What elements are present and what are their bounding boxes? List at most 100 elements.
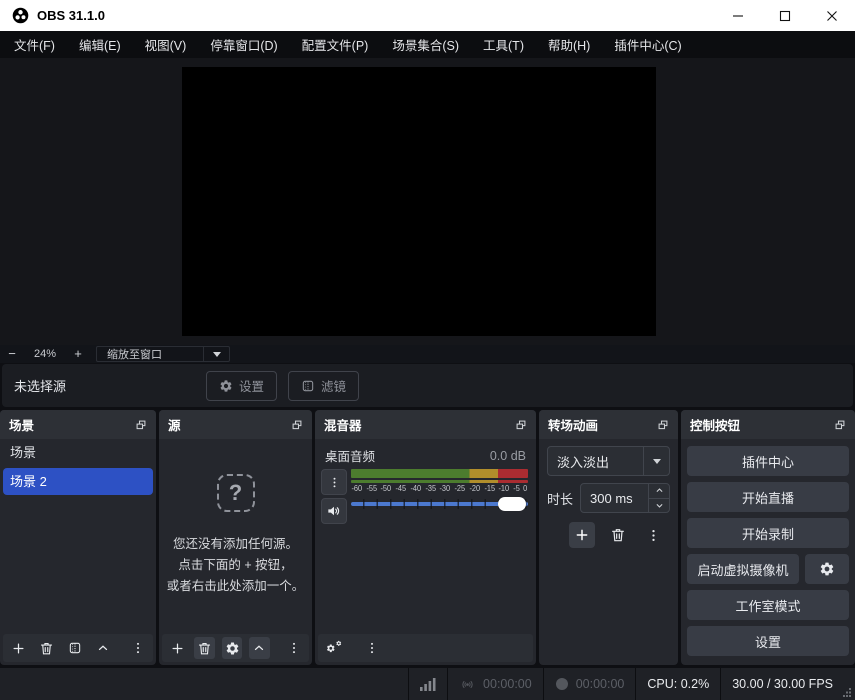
preview-canvas[interactable] [182,67,656,336]
maximize-icon [779,10,791,22]
titlebar: OBS 31.1.0 [0,0,855,31]
menu-tools[interactable]: 工具(T) [471,31,536,58]
menu-edit[interactable]: 编辑(E) [67,31,133,58]
record-status: 00:00:00 [543,668,636,700]
no-source-label: 未选择源 [14,376,66,395]
menu-profile[interactable]: 配置文件(P) [290,31,381,58]
minimize-icon [732,10,744,22]
signal-bars-icon [420,677,436,691]
mixer-channel-controls: -60-55-50-45-40-35-30-25-20-15-10-50 [315,469,536,524]
zoom-level: 24% [24,348,66,360]
source-filters-button[interactable]: 滤镜 [288,371,359,401]
transition-select[interactable]: 淡入淡出 [547,446,670,476]
add-scene-button[interactable] [8,637,29,659]
stream-timer: 00:00:00 [483,677,532,691]
sources-empty-state[interactable]: ? 您还没有添加任何源。 点击下面的 + 按钮， 或者右击此处添加一个。 [159,439,312,631]
duration-spinbox[interactable]: 300 ms [580,483,670,513]
stream-status: 00:00:00 [447,668,543,700]
transitions-menu-button[interactable] [641,524,665,546]
mixer-panel-header[interactable]: 混音器 [315,410,536,439]
mixer-toolbar [318,634,533,662]
chevron-down-icon [213,352,221,357]
virtual-camera-settings-button[interactable] [805,554,849,584]
mixer-panel: 混音器 桌面音频 0.0 dB -60-55-50-45-40-35 [315,410,536,665]
gear-icon [219,379,233,393]
plus-icon [170,641,185,656]
source-properties-label: 设置 [239,376,264,395]
scene-item[interactable]: 场景 [0,439,156,466]
preview-area[interactable] [0,58,855,345]
advanced-audio-button[interactable] [323,637,347,659]
scene-item-selected[interactable]: 场景 2 [3,468,153,495]
dots-vertical-icon [328,476,341,489]
resize-grip[interactable] [843,688,852,697]
move-scene-up-button[interactable] [92,637,113,659]
spin-up-button[interactable] [649,484,669,498]
mute-button[interactable] [321,498,347,524]
connection-quality [408,668,447,700]
obs-logo-icon [12,7,29,24]
studio-mode-button[interactable]: 工作室模式 [687,590,849,620]
meter-bar-right [351,480,528,483]
menu-scene-collection[interactable]: 场景集合(S) [380,31,471,58]
scene-filters-button[interactable] [64,637,85,659]
scenes-menu-button[interactable] [127,637,148,659]
plugin-center-button[interactable]: 插件中心 [687,446,849,476]
scenes-panel-header[interactable]: 场景 [0,410,156,439]
remove-source-button[interactable] [194,637,214,659]
popout-icon[interactable] [291,419,303,431]
popout-icon[interactable] [135,419,147,431]
chevron-up-icon [655,486,664,495]
menu-file[interactable]: 文件(F) [2,31,67,58]
sources-panel-header[interactable]: 源 [159,410,312,439]
menu-plugin-center[interactable]: 插件中心(C) [602,31,693,58]
obs-window: OBS 31.1.0 文件(F) 编辑(E) 视图(V) 停靠窗口(D) 配置文… [0,0,855,700]
start-streaming-button[interactable]: 开始直播 [687,482,849,512]
mixer-panel-title: 混音器 [324,415,362,434]
remove-transition-button[interactable] [606,524,630,546]
popout-icon[interactable] [515,419,527,431]
channel-menu-button[interactable] [321,469,347,495]
controls-panel-header[interactable]: 控制按钮 [681,410,855,439]
transitions-panel-header[interactable]: 转场动画 [539,410,678,439]
minimize-button[interactable] [714,0,761,31]
slider-handle[interactable] [498,497,526,511]
channel-name: 桌面音频 [325,446,375,465]
add-source-button[interactable] [167,637,187,659]
start-recording-button[interactable]: 开始录制 [687,518,849,548]
source-properties-toolbar-button[interactable] [222,637,242,659]
add-transition-button[interactable] [569,522,595,548]
trash-icon [197,641,212,656]
zoom-fit-arrow-button[interactable] [203,347,229,361]
dots-vertical-icon [131,641,145,655]
settings-button[interactable]: 设置 [687,626,849,656]
zoom-fit-dropdown[interactable]: 缩放至窗口 [96,346,230,362]
menu-docks[interactable]: 停靠窗口(D) [198,31,289,58]
source-properties-button[interactable]: 设置 [206,371,277,401]
fps-value: 30.00 / 30.00 FPS [732,677,833,691]
controls-body: 插件中心 开始直播 开始录制 启动虚拟摄像机 工作室模式 设置 [681,439,855,663]
combo-arrow[interactable] [643,447,669,475]
move-source-up-button[interactable] [249,637,269,659]
statusbar: 00:00:00 00:00:00 CPU: 0.2% 30.00 / 30.0… [0,668,855,700]
dock-area: 场景 场景 场景 2 源 ? 您 [0,410,855,665]
sources-menu-button[interactable] [284,637,304,659]
zoom-out-button[interactable]: − [0,345,24,363]
dots-vertical-icon [287,641,301,655]
popout-icon[interactable] [657,419,669,431]
zoom-in-button[interactable]: + [66,345,90,363]
close-icon [826,10,838,22]
start-virtual-camera-button[interactable]: 启动虚拟摄像机 [687,554,799,584]
chevron-down-icon [653,459,661,464]
popout-icon[interactable] [834,419,846,431]
maximize-button[interactable] [761,0,808,31]
volume-slider[interactable] [351,497,528,511]
remove-scene-button[interactable] [36,637,57,659]
close-button[interactable] [808,0,855,31]
meter-bar-left [351,469,528,478]
mixer-menu-button[interactable] [360,637,384,659]
spin-down-button[interactable] [649,498,669,513]
menu-view[interactable]: 视图(V) [133,31,199,58]
duration-value[interactable]: 300 ms [581,484,648,512]
menu-help[interactable]: 帮助(H) [536,31,602,58]
